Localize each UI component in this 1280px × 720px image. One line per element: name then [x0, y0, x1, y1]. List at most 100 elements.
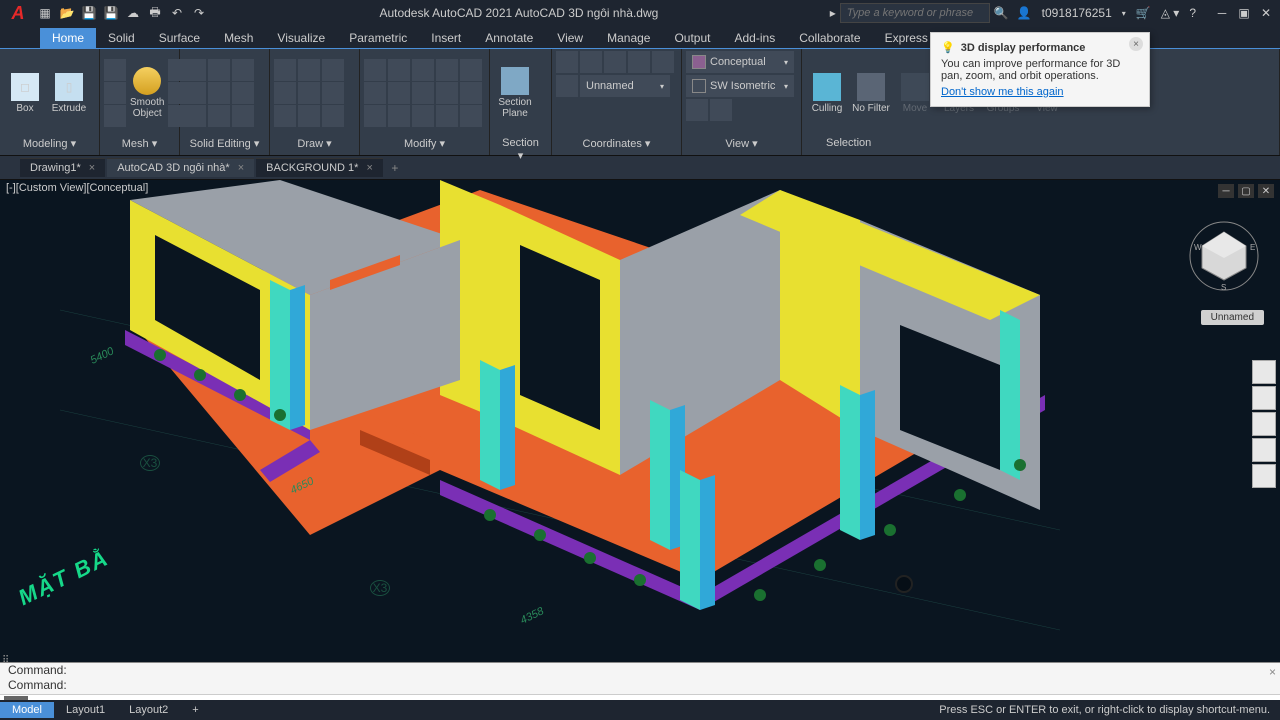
close-icon[interactable]: ×: [366, 162, 372, 174]
tab-insert[interactable]: Insert: [419, 28, 473, 48]
stretch-icon[interactable]: [364, 105, 386, 127]
qat-redo-icon[interactable]: ↷: [190, 4, 208, 22]
no-filter-button[interactable]: No Filter: [850, 69, 892, 118]
popup-dismiss-link[interactable]: Don't show me this again: [941, 86, 1064, 98]
presspull-icon[interactable]: [104, 82, 126, 104]
view-orientation-dropdown[interactable]: SW Isometric▾: [686, 75, 794, 97]
line-icon[interactable]: [274, 59, 296, 81]
extrude-button[interactable]: ▯Extrude: [48, 69, 90, 118]
visual-style-dropdown[interactable]: Conceptual▾: [686, 51, 794, 73]
tab-solid[interactable]: Solid: [96, 28, 147, 48]
qat-undo-icon[interactable]: ↶: [168, 4, 186, 22]
qat-saveas-icon[interactable]: 💾: [102, 4, 120, 22]
3dalign-icon[interactable]: [460, 82, 482, 104]
smooth-object-button[interactable]: Smooth Object: [128, 63, 166, 123]
fillet2-icon[interactable]: [412, 82, 434, 104]
layout2-tab[interactable]: Layout2: [117, 702, 180, 718]
search-input[interactable]: [840, 3, 990, 23]
vp-maximize-icon[interactable]: ▢: [1238, 184, 1254, 198]
tab-visualize[interactable]: Visualize: [265, 28, 337, 48]
viewport[interactable]: [-][Custom View][Conceptual] ─ ▢ ✕: [0, 180, 1280, 662]
model-tab[interactable]: Model: [0, 702, 54, 718]
close-icon[interactable]: ×: [238, 162, 244, 174]
tab-mesh[interactable]: Mesh: [212, 28, 265, 48]
view-ucs-icon[interactable]: [556, 75, 578, 97]
qat-save-icon[interactable]: 💾: [80, 4, 98, 22]
origin-icon[interactable]: [604, 51, 626, 73]
copy-icon[interactable]: [364, 82, 386, 104]
subtract-icon[interactable]: [184, 82, 206, 104]
close-button[interactable]: ✕: [1256, 4, 1276, 22]
tab-parametric[interactable]: Parametric: [337, 28, 419, 48]
navbar-icon[interactable]: [710, 99, 732, 121]
coordinates-group-title[interactable]: Coordinates ▾: [556, 135, 677, 155]
spline-icon[interactable]: [322, 82, 344, 104]
mirror-icon[interactable]: [388, 82, 410, 104]
align-icon[interactable]: [460, 59, 482, 81]
qat-plot-icon[interactable]: 🖶: [146, 4, 164, 22]
restore-button[interactable]: ▣: [1234, 4, 1254, 22]
tab-collaborate[interactable]: Collaborate: [787, 28, 872, 48]
3point-icon[interactable]: [652, 51, 674, 73]
rect-icon[interactable]: [298, 82, 320, 104]
file-tab-1[interactable]: AutoCAD 3D ngôi nhà*×: [107, 158, 254, 177]
draw-group-title[interactable]: Draw ▾: [274, 135, 355, 155]
intersect-icon[interactable]: [184, 105, 206, 127]
modify-group-title[interactable]: Modify ▾: [364, 135, 485, 155]
cmd-close-icon[interactable]: ×: [1269, 665, 1276, 679]
cmd-grip-icon[interactable]: ⠿: [2, 655, 9, 666]
ucs-icon[interactable]: [556, 51, 578, 73]
popup-close-button[interactable]: ×: [1129, 37, 1143, 51]
layout1-tab[interactable]: Layout1: [54, 702, 117, 718]
tab-output[interactable]: Output: [662, 28, 722, 48]
mesh-group-title[interactable]: Mesh ▾: [104, 135, 175, 155]
command-line[interactable]: ⠿ × Command: Command:: [0, 662, 1280, 700]
ucs-named-dropdown[interactable]: Unnamed▾: [580, 75, 670, 97]
file-tab-0[interactable]: Drawing1*×: [20, 158, 105, 177]
move-icon[interactable]: [364, 59, 386, 81]
imprint-icon[interactable]: [208, 105, 230, 127]
3drotate-icon[interactable]: [460, 105, 482, 127]
search-icon[interactable]: 🔍: [994, 6, 1009, 20]
viewport-label[interactable]: [-][Custom View][Conceptual]: [6, 182, 148, 194]
zaxis-icon[interactable]: [628, 51, 650, 73]
tab-surface[interactable]: Surface: [147, 28, 212, 48]
vp-close-icon[interactable]: ✕: [1258, 184, 1274, 198]
culling-button[interactable]: Culling: [806, 69, 848, 118]
help-icon[interactable]: ?: [1189, 6, 1196, 20]
fillet-icon[interactable]: [232, 105, 254, 127]
app-logo[interactable]: A: [4, 3, 32, 23]
selection-group-title[interactable]: Selection: [806, 135, 1275, 155]
revolve-icon[interactable]: [104, 105, 126, 127]
viewcube[interactable]: E W S: [1188, 220, 1260, 292]
tab-addins[interactable]: Add-ins: [723, 28, 788, 48]
circle-icon[interactable]: [274, 105, 296, 127]
viewcube-ucs-label[interactable]: Unnamed: [1201, 310, 1264, 325]
polysolid-icon[interactable]: [104, 59, 126, 81]
point-icon[interactable]: [322, 105, 344, 127]
rotate-icon[interactable]: [388, 59, 410, 81]
erase-icon[interactable]: [436, 59, 458, 81]
hatch-icon[interactable]: [322, 59, 344, 81]
close-icon[interactable]: ×: [89, 162, 95, 174]
minimize-button[interactable]: ─: [1212, 4, 1232, 22]
explode-icon[interactable]: [436, 82, 458, 104]
showmotion-icon[interactable]: [1252, 464, 1276, 488]
steering-wheel-icon[interactable]: [1252, 360, 1276, 384]
add-layout-button[interactable]: +: [180, 702, 210, 718]
add-tab-button[interactable]: +: [385, 161, 405, 175]
qat-new-icon[interactable]: ▦: [36, 4, 54, 22]
modeling-group-title[interactable]: Modeling ▾: [4, 135, 95, 155]
scale-icon[interactable]: [388, 105, 410, 127]
extract-icon[interactable]: [232, 59, 254, 81]
arc-icon[interactable]: [298, 59, 320, 81]
app-switcher-icon[interactable]: ◬ ▾: [1161, 6, 1180, 20]
pan-icon[interactable]: [1252, 386, 1276, 410]
username[interactable]: t0918176251: [1042, 6, 1112, 20]
tab-home[interactable]: Home: [40, 28, 96, 48]
vp-minimize-icon[interactable]: ─: [1218, 184, 1234, 198]
world-icon[interactable]: [580, 51, 602, 73]
section-group-title[interactable]: Section ▾: [494, 135, 547, 155]
trim-icon[interactable]: [412, 59, 434, 81]
union-icon[interactable]: [184, 59, 206, 81]
